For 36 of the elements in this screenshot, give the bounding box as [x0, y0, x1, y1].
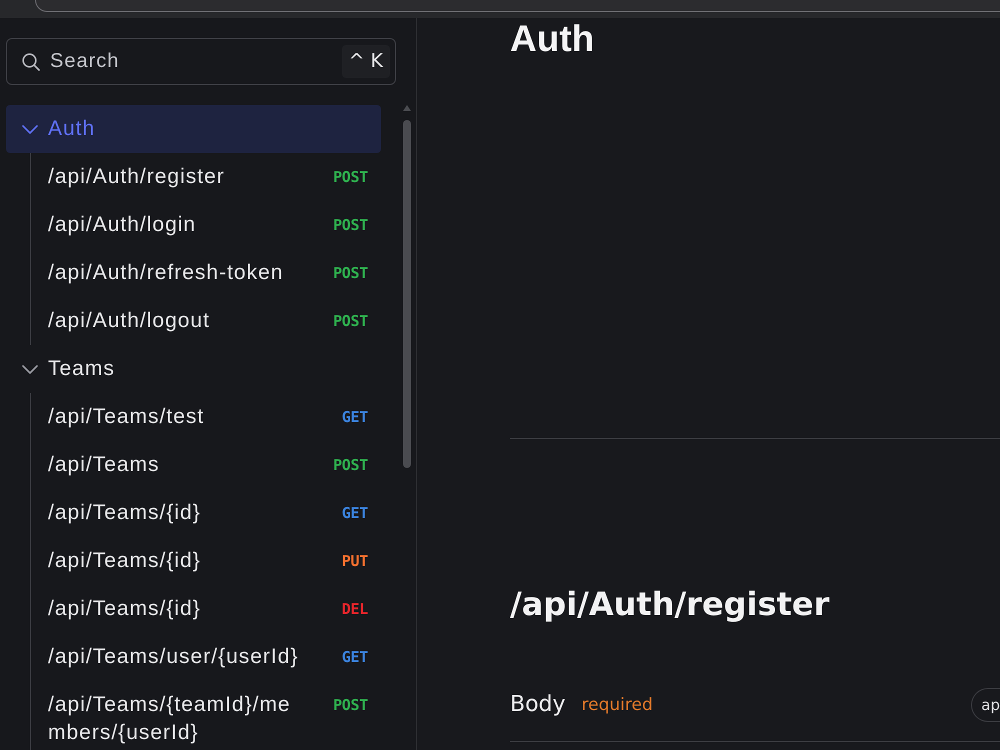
scroll-up-arrow-icon[interactable]: [403, 105, 411, 111]
method-label: POST: [333, 455, 368, 476]
endpoint-item[interactable]: /api/Teams/{id} PUT: [31, 537, 381, 585]
endpoint-item[interactable]: /api/Auth/refresh-token POST: [31, 249, 381, 297]
content-type-selector[interactable]: ap: [971, 688, 1000, 722]
endpoint-item[interactable]: /api/Teams/{id} DEL: [31, 585, 381, 633]
body-label: Body: [510, 691, 566, 719]
method-label: POST: [333, 167, 368, 188]
method-label: POST: [333, 311, 368, 332]
search-input[interactable]: Search: [50, 46, 332, 76]
shortcut-key: ^ K: [342, 45, 390, 78]
endpoint-item[interactable]: /api/Teams/user/{userId} GET: [31, 633, 381, 681]
endpoint-item[interactable]: /api/Teams/{id} GET: [31, 489, 381, 537]
required-label: required: [582, 694, 653, 717]
search-icon: [22, 52, 40, 70]
method-label: GET: [342, 407, 368, 428]
endpoint-item[interactable]: /api/Teams POST: [31, 441, 381, 489]
search-field[interactable]: Search ^ K: [6, 38, 396, 85]
endpoint-item[interactable]: /api/Teams/test GET: [31, 393, 381, 441]
endpoint-item[interactable]: /api/Auth/login POST: [31, 201, 381, 249]
method-label: POST: [333, 215, 368, 236]
method-label: DEL: [342, 599, 368, 620]
method-label: POST: [333, 263, 368, 284]
scrollbar-thumb[interactable]: [403, 120, 411, 468]
endpoint-item[interactable]: /api/Teams/{teamId}/members/{userId} POST: [31, 681, 381, 750]
section-heading: Auth: [510, 18, 596, 60]
method-label: POST: [333, 695, 368, 716]
endpoint-item[interactable]: /api/Auth/logout POST: [31, 297, 381, 345]
method-label: GET: [342, 647, 368, 668]
group-item[interactable]: Teams: [6, 345, 381, 393]
method-label: GET: [342, 503, 368, 524]
method-label: PUT: [342, 551, 368, 572]
endpoint-item[interactable]: /api/Auth/register POST: [31, 153, 381, 201]
address-bar[interactable]: [35, 0, 1000, 12]
group-item[interactable]: Auth: [6, 105, 381, 153]
endpoint-title: /api/Auth/register: [510, 584, 830, 624]
